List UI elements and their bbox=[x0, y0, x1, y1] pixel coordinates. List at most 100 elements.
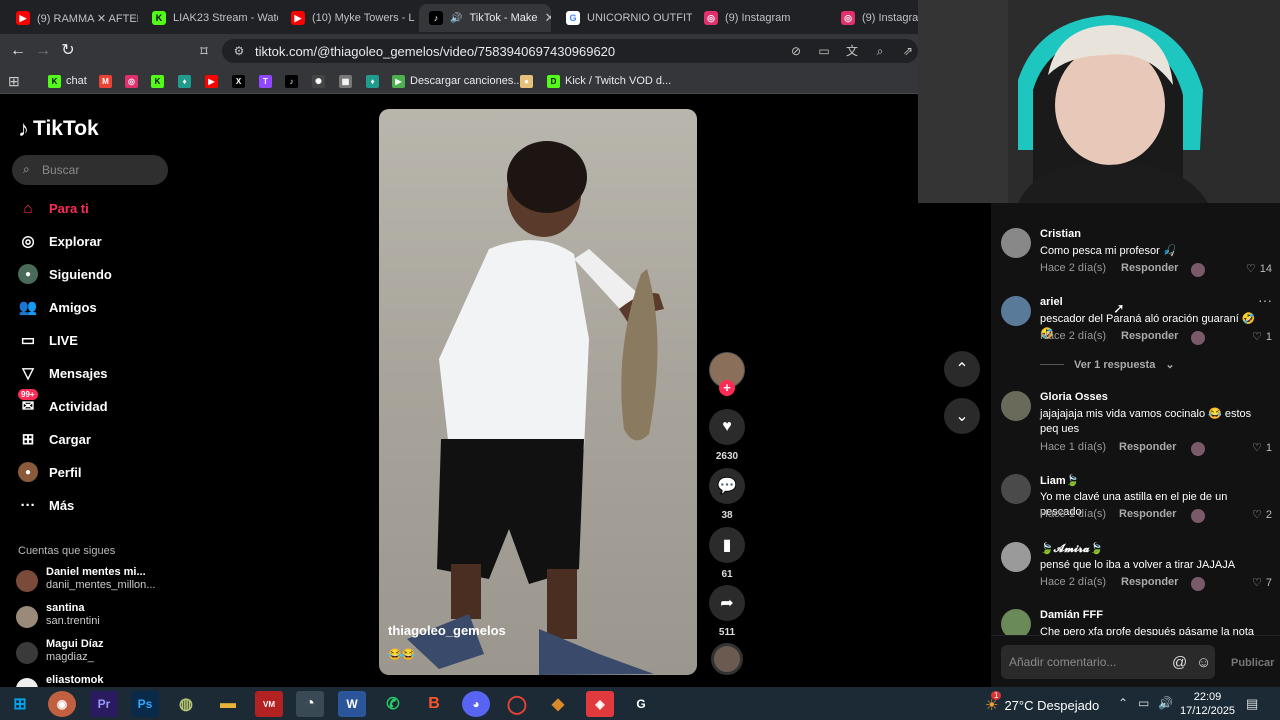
nav-mas[interactable]: ··· Más bbox=[18, 494, 75, 516]
like-button[interactable]: ♥ 2630 bbox=[709, 409, 745, 462]
music-disc[interactable] bbox=[711, 643, 743, 675]
following-account[interactable]: Magui Díaz magdiaz_ bbox=[16, 638, 103, 664]
bookmark-ext-3[interactable]: ♦ bbox=[366, 72, 379, 90]
tab-instagram-1[interactable]: ◎ (9) Instagram bbox=[694, 4, 828, 32]
avatar[interactable] bbox=[1001, 228, 1031, 258]
previous-video-button[interactable]: ⌃ bbox=[944, 351, 980, 387]
following-account[interactable]: santina san.trentini bbox=[16, 602, 100, 628]
site-info-icon[interactable]: ⚙ bbox=[231, 43, 247, 59]
bookmark-x[interactable]: X bbox=[232, 72, 245, 90]
avatar[interactable] bbox=[1001, 542, 1031, 572]
apps-grid-icon[interactable]: ⊞ bbox=[8, 72, 20, 90]
voicemeeter-icon[interactable]: VM bbox=[255, 691, 283, 717]
weather-widget[interactable]: ☀ 1 27°C Despejado bbox=[985, 691, 1099, 714]
nav-para-ti[interactable]: ⌂ Para ti bbox=[18, 197, 88, 219]
bookmark-ext-4[interactable]: ● bbox=[520, 72, 533, 90]
windows-start-icon[interactable]: ⊞ bbox=[6, 691, 34, 717]
tab-tiktok[interactable]: ♪ 🔊 TikTok - Make ✕ bbox=[419, 4, 551, 32]
bookmark-instagram[interactable]: ◎ bbox=[125, 72, 138, 90]
emoji-icon[interactable]: ☺ bbox=[1196, 654, 1211, 671]
save-button[interactable]: ▮ 61 bbox=[709, 527, 745, 580]
comment-button[interactable]: 💬 38 bbox=[709, 468, 745, 521]
reload-icon[interactable]: ↻ bbox=[58, 41, 78, 61]
bookmark-tiktok[interactable]: ♪ bbox=[285, 72, 298, 90]
nav-live[interactable]: ▭ LIVE bbox=[18, 329, 78, 351]
bookmark-openai[interactable]: ✺ bbox=[312, 72, 325, 90]
bookmark-descargar[interactable]: ▶ Descargar canciones... bbox=[392, 72, 523, 90]
share-icon[interactable]: ⇗ bbox=[900, 43, 916, 59]
nav-explorar[interactable]: ◎ Explorar bbox=[18, 230, 101, 252]
nav-amigos[interactable]: 👥 Amigos bbox=[18, 296, 97, 318]
nav-perfil[interactable]: ● Perfil bbox=[18, 461, 82, 483]
nav-siguiendo[interactable]: ● Siguiendo bbox=[18, 263, 112, 285]
clock[interactable]: 22:09 17/12/2025 bbox=[1180, 690, 1235, 718]
reply-button[interactable]: Responder bbox=[1119, 441, 1176, 453]
chevron-up-icon[interactable]: ⌃ bbox=[1118, 696, 1128, 710]
translate-icon[interactable]: 文 bbox=[844, 43, 860, 59]
reply-button[interactable]: Responder bbox=[1121, 262, 1178, 274]
bookmark-kick-vod[interactable]: D Kick / Twitch VOD d... bbox=[547, 72, 671, 90]
comment-like-button[interactable]: ♡ 1 bbox=[1252, 441, 1272, 455]
following-account[interactable]: Daniel mentes mi... danii_mentes_millon..… bbox=[16, 566, 155, 592]
tab-instagram-2[interactable]: ◎ (9) Instagram bbox=[831, 4, 918, 32]
mention-icon[interactable]: @ bbox=[1172, 654, 1187, 671]
tab-unicornio[interactable]: G UNICORNIO OUTFIT bbox=[556, 4, 692, 32]
app-icon[interactable]: ◆ bbox=[544, 691, 572, 717]
tiktok-logo[interactable]: ♪ TikTok bbox=[18, 116, 99, 142]
more-options-icon[interactable]: ··· bbox=[1258, 292, 1272, 308]
file-explorer-icon[interactable]: ▬ bbox=[214, 691, 242, 717]
tab-ramma[interactable]: ▶ (9) RAMMA ✕ AFTER bbox=[6, 4, 138, 32]
app-icon[interactable]: ◈ bbox=[586, 691, 614, 717]
video-player[interactable] bbox=[379, 109, 697, 675]
bookmark-ext-1[interactable]: ♦ bbox=[178, 72, 191, 90]
comment-like-button[interactable]: ♡ 14 bbox=[1246, 262, 1272, 276]
video-author[interactable]: thiagoleo_gemelos bbox=[388, 623, 506, 638]
comment-like-button[interactable]: ♡ 1 bbox=[1252, 330, 1272, 344]
notifications-icon[interactable]: ▤ bbox=[1246, 696, 1258, 712]
avatar[interactable] bbox=[1001, 609, 1031, 635]
eye-off-icon[interactable]: ⊘ bbox=[788, 43, 804, 59]
comment-like-button[interactable]: ♡ 7 bbox=[1252, 576, 1272, 590]
volume-icon[interactable]: 🔊 bbox=[1158, 696, 1173, 710]
word-icon[interactable]: W bbox=[338, 691, 366, 717]
premiere-icon[interactable]: Pr bbox=[90, 691, 118, 717]
bookmark-youtube[interactable]: ▶ bbox=[205, 72, 218, 90]
bookmark-icon[interactable]: ⌑ bbox=[194, 41, 214, 61]
cast-icon[interactable]: ▭ bbox=[816, 43, 832, 59]
bookmark-ext-2[interactable]: ▦ bbox=[339, 72, 352, 90]
network-icon[interactable]: ▭ bbox=[1138, 696, 1149, 710]
nav-mensajes[interactable]: ▽ Mensajes bbox=[18, 362, 107, 384]
publish-button[interactable]: Publicar bbox=[1231, 657, 1274, 669]
search-input[interactable]: ⌕ Buscar bbox=[12, 155, 168, 185]
view-replies-button[interactable]: Ver 1 respuesta ⌄ bbox=[1040, 358, 1175, 371]
reply-button[interactable]: Responder bbox=[1121, 576, 1178, 588]
comment-like-button[interactable]: ♡ 2 bbox=[1252, 508, 1272, 522]
whatsapp-icon[interactable]: ✆ bbox=[379, 691, 407, 717]
avatar[interactable] bbox=[1001, 474, 1031, 504]
chrome-icon[interactable]: ◯ bbox=[503, 691, 531, 717]
nav-actividad[interactable]: ✉ 99+ Actividad bbox=[18, 389, 108, 417]
next-video-button[interactable]: ⌄ bbox=[944, 398, 980, 434]
tab-liak23[interactable]: K LIAK23 Stream - Watc bbox=[142, 4, 278, 32]
follow-plus-icon[interactable]: + bbox=[719, 380, 735, 396]
bookmark-kick[interactable]: K bbox=[151, 72, 164, 90]
app-icon[interactable]: G bbox=[627, 691, 655, 717]
url-box[interactable]: ⚙ tiktok.com/@thiagoleo_gemelos/video/75… bbox=[222, 39, 918, 63]
reply-button[interactable]: Responder bbox=[1121, 330, 1178, 342]
nav-cargar[interactable]: ⊞ Cargar bbox=[18, 428, 91, 450]
brave-icon[interactable]: B bbox=[420, 691, 448, 717]
avatar[interactable] bbox=[1001, 296, 1031, 326]
share-button[interactable]: ➦ 511 bbox=[709, 585, 745, 638]
back-arrow-icon[interactable]: ← bbox=[8, 41, 28, 61]
tab-myke-towers[interactable]: ▶ (10) Myke Towers - Li bbox=[281, 4, 415, 32]
app-icon[interactable]: ◉ bbox=[48, 691, 76, 717]
close-tab-icon[interactable]: ✕ bbox=[545, 10, 552, 26]
url-text[interactable]: tiktok.com/@thiagoleo_gemelos/video/7583… bbox=[255, 44, 615, 59]
avatar[interactable] bbox=[1001, 391, 1031, 421]
photoshop-icon[interactable]: Ps bbox=[131, 691, 159, 717]
bookmark-gmail[interactable]: M bbox=[99, 72, 112, 90]
bookmark-twitch[interactable]: T bbox=[259, 72, 272, 90]
bookmark-chat[interactable]: Kchat bbox=[48, 72, 87, 90]
discord-icon[interactable]: ◕ bbox=[462, 691, 490, 717]
zoom-icon[interactable]: ⌕ bbox=[872, 43, 888, 59]
